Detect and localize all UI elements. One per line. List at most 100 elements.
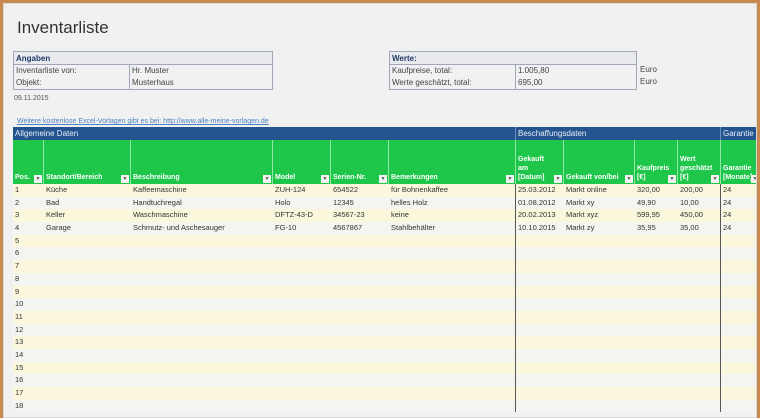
table-cell[interactable]	[273, 273, 331, 286]
table-cell[interactable]: ZUH-124	[273, 184, 331, 197]
table-cell[interactable]	[131, 387, 273, 400]
table-cell[interactable]	[389, 310, 516, 324]
filter-dropdown-icon[interactable]: ▼	[321, 175, 329, 183]
table-cell[interactable]	[635, 286, 678, 299]
filter-dropdown-icon[interactable]: ▼	[263, 175, 271, 183]
table-cell[interactable]: 20.02.2013	[516, 209, 564, 222]
table-cell[interactable]	[564, 374, 635, 387]
table-cell[interactable]	[516, 260, 564, 273]
table-cell[interactable]	[678, 260, 721, 273]
table-cell[interactable]: Schmutz- und Aschesauger	[131, 222, 273, 235]
table-cell[interactable]	[721, 273, 756, 286]
table-cell[interactable]	[331, 273, 389, 286]
table-cell[interactable]	[44, 387, 131, 400]
table-cell[interactable]	[635, 374, 678, 387]
table-cell[interactable]	[331, 349, 389, 362]
table-cell[interactable]	[516, 387, 564, 400]
table-cell[interactable]	[721, 247, 756, 260]
filter-dropdown-icon[interactable]: ▼	[711, 175, 719, 183]
table-cell[interactable]	[564, 298, 635, 311]
table-cell[interactable]: 14	[13, 349, 44, 362]
table-cell[interactable]	[516, 400, 564, 413]
table-cell[interactable]: 15	[13, 362, 44, 375]
table-cell[interactable]	[678, 336, 721, 349]
table-cell[interactable]	[678, 323, 721, 337]
table-cell[interactable]	[516, 235, 564, 248]
table-cell[interactable]	[273, 336, 331, 349]
table-cell[interactable]	[331, 286, 389, 299]
table-cell[interactable]: 35,95	[635, 222, 678, 235]
table-cell[interactable]	[44, 324, 131, 337]
table-cell[interactable]	[389, 260, 516, 273]
table-cell[interactable]	[131, 311, 273, 324]
table-cell[interactable]	[516, 336, 564, 349]
filter-dropdown-icon[interactable]: ▼	[506, 175, 514, 183]
table-cell[interactable]: 24	[721, 197, 756, 210]
table-cell[interactable]	[131, 336, 273, 349]
table-cell[interactable]	[564, 336, 635, 349]
table-cell[interactable]: 49,90	[635, 197, 678, 210]
table-cell[interactable]	[516, 362, 564, 375]
table-cell[interactable]	[273, 311, 331, 324]
table-cell[interactable]	[635, 235, 678, 248]
table-cell[interactable]: 1	[13, 184, 44, 197]
table-cell[interactable]	[635, 273, 678, 286]
table-cell[interactable]: Stahlbehälter	[389, 222, 516, 235]
table-cell[interactable]: 4	[13, 222, 44, 235]
table-cell[interactable]: DFTZ-43-D	[273, 209, 331, 222]
table-cell[interactable]	[389, 387, 516, 400]
table-cell[interactable]	[721, 362, 756, 375]
table-cell[interactable]: 24	[721, 184, 756, 197]
table-cell[interactable]	[44, 311, 131, 324]
table-cell[interactable]	[44, 273, 131, 286]
table-cell[interactable]	[635, 311, 678, 324]
table-cell[interactable]	[516, 298, 564, 311]
table-cell[interactable]	[678, 310, 721, 324]
table-cell[interactable]	[131, 324, 273, 337]
table-cell[interactable]: Holo	[273, 197, 331, 210]
table-cell[interactable]	[678, 285, 721, 299]
table-cell[interactable]: 5	[13, 235, 44, 248]
table-cell[interactable]: 4567867	[331, 222, 389, 235]
filter-dropdown-icon[interactable]: ▼	[554, 175, 562, 183]
table-cell[interactable]	[389, 323, 516, 337]
table-cell[interactable]	[44, 247, 131, 260]
table-cell[interactable]: 35,00	[678, 222, 721, 235]
filter-dropdown-icon[interactable]: ▼	[668, 175, 676, 183]
angaben-value[interactable]: Hr. Muster	[130, 65, 169, 77]
table-cell[interactable]: Markt zy	[564, 222, 635, 235]
table-cell[interactable]: Markt xyz	[564, 209, 635, 222]
table-cell[interactable]	[635, 336, 678, 349]
table-cell[interactable]	[564, 273, 635, 286]
table-cell[interactable]: 11	[13, 311, 44, 324]
table-cell[interactable]	[564, 286, 635, 299]
table-cell[interactable]	[721, 387, 756, 400]
table-cell[interactable]	[389, 285, 516, 299]
table-cell[interactable]	[273, 298, 331, 311]
table-cell[interactable]: helles Holz	[389, 196, 516, 210]
table-cell[interactable]: 24	[721, 209, 756, 222]
table-cell[interactable]	[564, 247, 635, 260]
table-cell[interactable]	[516, 247, 564, 260]
table-cell[interactable]: 8	[13, 273, 44, 286]
table-cell[interactable]: 10.10.2015	[516, 222, 564, 235]
table-cell[interactable]: 6	[13, 247, 44, 260]
table-cell[interactable]	[564, 324, 635, 337]
table-cell[interactable]	[273, 286, 331, 299]
table-cell[interactable]: für Bohnenkaffee	[389, 184, 516, 197]
table-cell[interactable]	[564, 311, 635, 324]
table-cell[interactable]: 18	[13, 400, 44, 413]
table-cell[interactable]	[721, 336, 756, 349]
table-cell[interactable]	[331, 235, 389, 248]
table-cell[interactable]	[273, 260, 331, 273]
table-cell[interactable]	[131, 286, 273, 299]
table-cell[interactable]	[44, 260, 131, 273]
table-cell[interactable]	[678, 387, 721, 400]
angaben-value[interactable]: Musterhaus	[130, 77, 174, 89]
table-cell[interactable]	[721, 400, 756, 413]
table-cell[interactable]	[564, 362, 635, 375]
table-cell[interactable]	[635, 362, 678, 375]
table-cell[interactable]	[273, 324, 331, 337]
table-cell[interactable]	[635, 349, 678, 362]
table-cell[interactable]	[273, 235, 331, 248]
